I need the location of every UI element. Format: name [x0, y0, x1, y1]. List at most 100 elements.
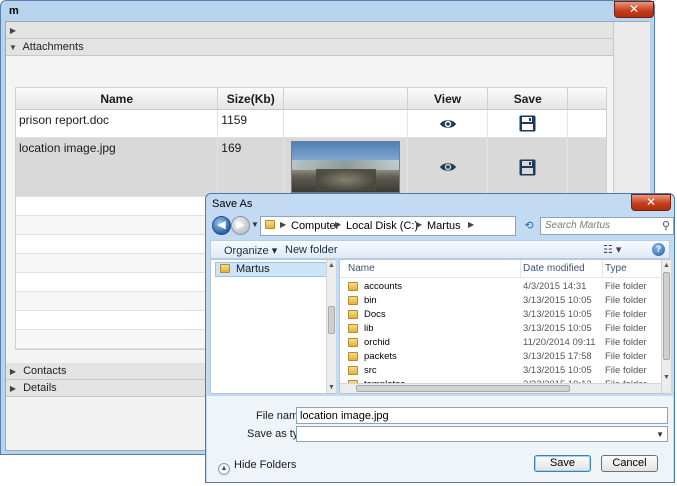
nav-item-martus[interactable]: Martus [215, 262, 331, 277]
recent-locations-dropdown-icon[interactable]: ▼ [251, 220, 259, 229]
column-header-name[interactable]: Name [348, 260, 521, 278]
contacts-label: Contacts [23, 365, 67, 377]
breadcrumb-separator-icon[interactable]: ▶ [468, 220, 474, 229]
file-row[interactable]: packets 3/13/2015 17:58 File folder [340, 350, 661, 364]
file-row[interactable]: lib 3/13/2015 10:05 File folder [340, 322, 661, 336]
file-list: Name Date modified Type accounts 4/3/2015… [339, 259, 671, 394]
breadcrumb-computer[interactable]: Computer [291, 220, 339, 232]
image-thumbnail [291, 141, 401, 193]
folder-icon [348, 366, 358, 375]
file-type: File folder [605, 281, 647, 292]
breadcrumb-martus[interactable]: Martus [427, 220, 461, 232]
save-attachment-button[interactable] [488, 138, 569, 196]
file-list-horizontal-scrollbar[interactable] [340, 383, 661, 393]
scroll-down-icon[interactable]: ▼ [663, 374, 670, 381]
column-header-date-modified[interactable]: Date modified [523, 260, 603, 278]
nav-pane-scrollbar[interactable]: ▲ ▼ [326, 260, 336, 393]
scroll-down-icon[interactable]: ▼ [328, 384, 335, 391]
folder-icon [348, 310, 358, 319]
chevron-down-icon: ▼ [656, 430, 664, 439]
search-input[interactable]: Search Martus ⚲ [540, 217, 674, 235]
table-row[interactable]: prison report.doc 1159 [16, 110, 606, 138]
file-name: orchid [364, 337, 390, 348]
column-header-extra [568, 88, 606, 109]
row-extra-cell [568, 110, 606, 137]
refresh-button[interactable]: ⟲ [520, 217, 538, 235]
attachments-section-header[interactable]: ▼ Attachments [6, 39, 613, 56]
cancel-button[interactable]: Cancel [601, 455, 658, 472]
view-button[interactable] [408, 138, 489, 196]
breadcrumb-separator-icon[interactable]: ▶ [335, 220, 341, 229]
file-name: lib [364, 323, 374, 334]
file-row[interactable]: orchid 11/20/2014 09:11 File folder [340, 336, 661, 350]
breadcrumb-separator-icon[interactable]: ▶ [280, 220, 286, 229]
column-header-preview[interactable] [284, 88, 408, 109]
help-button[interactable]: ? [652, 243, 665, 256]
dialog-close-button[interactable]: ✕ [631, 194, 671, 211]
new-folder-button[interactable]: New folder [285, 244, 338, 256]
file-type: File folder [605, 309, 647, 320]
back-arrow-icon: ◀ [217, 219, 226, 231]
file-name: src [364, 365, 377, 376]
attachment-preview-empty [284, 110, 408, 137]
search-placeholder: Search Martus [545, 220, 611, 231]
window-close-button[interactable]: ✕ [614, 1, 654, 18]
view-button[interactable] [408, 110, 489, 137]
expand-triangle-icon: ▶ [9, 384, 17, 393]
horizontal-scrollbar-thumb[interactable] [356, 385, 570, 392]
file-row[interactable]: src 3/13/2015 10:05 File folder [340, 364, 661, 378]
scroll-up-icon[interactable]: ▲ [328, 262, 335, 269]
attachment-name: prison report.doc [16, 110, 219, 137]
save-as-type-select[interactable]: ▼ [296, 426, 668, 442]
file-date: 3/13/2015 17:58 [523, 351, 592, 362]
save-button[interactable]: Save [534, 455, 591, 472]
dialog-footer: File name: Save as type: ▼ ▲Hide Folders… [207, 396, 673, 482]
scrollbar-thumb[interactable] [328, 306, 335, 334]
attachment-size: 1159 [218, 110, 285, 137]
collapsed-section-top[interactable]: ▶ [6, 22, 613, 39]
attachment-name: location image.jpg [16, 138, 219, 196]
attachment-size: 169 [218, 138, 285, 196]
nav-item-label: Martus [236, 263, 270, 275]
breadcrumb-local-disk[interactable]: Local Disk (C:) [346, 220, 418, 232]
folder-icon [348, 324, 358, 333]
details-view-icon: ☷ ▾ [603, 244, 622, 256]
attachment-preview-cell [284, 138, 408, 196]
save-attachment-button[interactable] [488, 110, 569, 137]
file-list-scrollbar[interactable]: ▲ ▼ [661, 260, 671, 393]
scrollbar-thumb[interactable] [663, 272, 670, 360]
address-row: ◀ ▶ ▼ ▶ Computer ▶ Local Disk (C:) ▶ Mar… [210, 215, 674, 237]
file-name: packets [364, 351, 397, 362]
organize-menu[interactable]: Organize ▾ [224, 244, 277, 257]
table-header: Name Size(Kb) View Save [16, 88, 606, 110]
column-header-size[interactable]: Size(Kb) [218, 88, 285, 109]
table-row[interactable]: location image.jpg 169 [16, 138, 606, 197]
address-bar[interactable]: ▶ Computer ▶ Local Disk (C:) ▶ Martus ▶ … [260, 216, 561, 236]
file-row[interactable]: Docs 3/13/2015 10:05 File folder [340, 308, 661, 322]
file-name: accounts [364, 281, 403, 292]
column-header-save[interactable]: Save [488, 88, 569, 109]
file-type: File folder [605, 337, 647, 348]
file-row[interactable]: accounts 4/3/2015 14:31 File folder [340, 280, 661, 294]
forward-button[interactable]: ▶ [231, 216, 250, 235]
scroll-up-icon[interactable]: ▲ [663, 262, 670, 269]
file-date: 3/13/2015 10:05 [523, 309, 592, 320]
back-button[interactable]: ◀ [212, 216, 231, 235]
file-date: 11/20/2014 09:11 [523, 337, 596, 348]
view-options-button[interactable]: ☷ ▾ [603, 243, 621, 256]
hide-folders-label: Hide Folders [234, 459, 297, 471]
column-header-name[interactable]: Name [16, 88, 219, 109]
breadcrumb-separator-icon[interactable]: ▶ [416, 220, 422, 229]
hide-folders-toggle[interactable]: ▲ Hide Folders [218, 459, 296, 475]
refresh-icon: ⟲ [524, 220, 534, 232]
file-type: File folder [605, 351, 647, 362]
floppy-disk-icon [519, 115, 536, 132]
folder-icon [348, 338, 358, 347]
file-date: 3/13/2015 10:05 [523, 323, 592, 334]
column-header-type[interactable]: Type [605, 260, 655, 278]
file-date: 3/13/2015 10:05 [523, 295, 592, 306]
column-header-view[interactable]: View [408, 88, 489, 109]
file-name: Docs [364, 309, 386, 320]
file-name-input[interactable] [296, 407, 668, 424]
file-row[interactable]: bin 3/13/2015 10:05 File folder [340, 294, 661, 308]
